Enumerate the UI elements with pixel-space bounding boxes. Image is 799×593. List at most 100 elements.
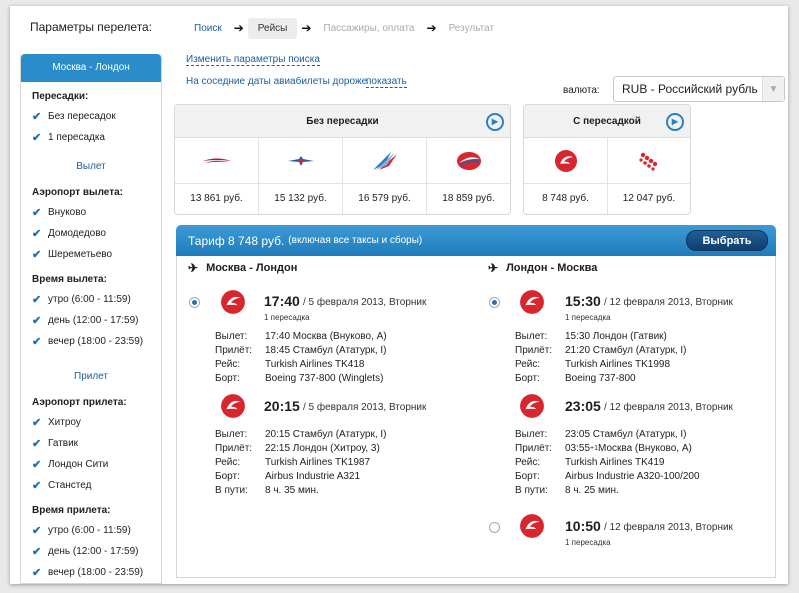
filter-dep-vnukovo[interactable]: ✔ Внуково (21, 202, 161, 223)
filter-arr-morning[interactable]: ✔ утро (6:00 - 11:59) (21, 520, 161, 541)
airline-cell-rossiya[interactable]: 18 859 руб. (427, 138, 510, 214)
detail-row: В пути: 8 ч. 25 мин. (515, 485, 619, 496)
detail-row: Рейс: Turkish Airlines TK418 (215, 359, 365, 370)
change-search-link[interactable]: Изменить параметры поиска (186, 54, 320, 66)
detail-row: Прилёт: 03:55 +1 Москва (Внуково, А) (515, 443, 692, 454)
checkmark-icon: ✔ (32, 438, 42, 450)
price: 8 748 руб. (542, 193, 589, 204)
direct-flights-matrix: Без пересадки ▶ 13 861 руб. 15 132 руб. (174, 104, 511, 215)
checkmark-icon: ✔ (32, 249, 42, 261)
filter-arr-gatwick[interactable]: ✔ Гатвик (21, 433, 161, 454)
currency-select[interactable]: RUB - Российский рубль ▼ (613, 76, 785, 102)
filter-dep-domodedovo[interactable]: ✔ Домодедово (21, 223, 161, 244)
departure-airport-heading: Аэропорт вылета: (32, 187, 124, 198)
airline-cell-dots[interactable]: 12 047 руб. (608, 138, 690, 214)
return-option-radio[interactable] (489, 297, 500, 308)
transfer-flights-matrix: С пересадкой ▶ 8 748 руб. 12 047 руб. (523, 104, 691, 215)
filter-label: Шереметьево (48, 249, 113, 260)
turkish-airlines-logo-icon (221, 290, 245, 314)
detail-row: Вылет: 17:40 Москва (Внуково, А) (215, 331, 387, 342)
play-icon[interactable]: ▶ (486, 113, 504, 131)
price: 12 047 руб. (622, 193, 676, 204)
departure-time: 17:40 (264, 293, 300, 309)
step-result: Результат (448, 22, 495, 34)
detail-row: Рейс: Turkish Airlines TK419 (515, 457, 665, 468)
filter-label: утро (6:00 - 11:59) (48, 294, 131, 305)
filter-label: Станстед (48, 480, 92, 491)
checkmark-icon: ✔ (32, 546, 42, 558)
checkmark-icon: ✔ (32, 417, 42, 429)
airline-cell-british[interactable]: 13 861 руб. (175, 138, 259, 214)
airline-cell-turkish[interactable]: 8 748 руб. (524, 138, 608, 214)
transaero-logo-icon (343, 138, 426, 184)
show-nearby-dates-link[interactable]: показать (366, 76, 407, 88)
detail-row: Борт: Airbus Industrie A321 (215, 471, 361, 482)
checkmark-icon: ✔ (32, 525, 42, 537)
segment-date: / 5 февраля 2013, Вторник (303, 402, 427, 413)
airline-cell-transaero[interactable]: 16 579 руб. (343, 138, 427, 214)
detail-row: Вылет: 15:30 Лондон (Гатвик) (515, 331, 667, 342)
filter-arr-evening[interactable]: ✔ вечер (18:00 - 23:59) (21, 562, 161, 583)
filter-label: день (12:00 - 17:59) (48, 546, 139, 557)
segment-date: / 12 февраля 2013, Вторник (604, 402, 733, 413)
detail-row: Рейс: Turkish Airlines TK1998 (515, 359, 671, 370)
filter-dep-morning[interactable]: ✔ утро (6:00 - 11:59) (21, 289, 161, 310)
filter-arr-london-city[interactable]: ✔ Лондон Сити (21, 454, 161, 475)
filter-dep-evening[interactable]: ✔ вечер (18:00 - 23:59) (21, 331, 161, 352)
return-header: ✈ Лондон - Москва (488, 261, 597, 275)
select-button[interactable]: Выбрать (686, 230, 768, 251)
filter-label: утро (6:00 - 11:59) (48, 525, 131, 536)
stops-count: 1 пересадка (565, 313, 611, 322)
filter-label: Гатвик (48, 438, 79, 449)
filter-arr-stansted[interactable]: ✔ Станстед (21, 475, 161, 496)
direct-flights-title: Без пересадки (306, 116, 379, 127)
segment-time: 23:05 (565, 398, 601, 414)
filter-label: Домодедово (48, 228, 106, 239)
progress-steps: Поиск ➔ Рейсы ➔ Пассажиры, оплата ➔ Резу… (186, 16, 502, 40)
outbound-option-radio[interactable] (189, 297, 200, 308)
airline-cell-aeroflot[interactable]: 15 132 руб. (259, 138, 343, 214)
filter-one-transfer[interactable]: ✔ 1 пересадка (21, 127, 161, 148)
checkmark-icon: ✔ (32, 567, 42, 579)
filter-label: день (12:00 - 17:59) (48, 315, 139, 326)
departure-date: / 12 февраля 2013, Вторник (604, 297, 733, 308)
next-day-marker: +1 (590, 445, 599, 452)
segment-time: 20:15 (264, 398, 300, 414)
return-option-2-radio[interactable] (489, 522, 500, 533)
checkmark-icon: ✔ (32, 111, 42, 123)
detail-row: Борт: Boeing 737-800 (515, 373, 636, 384)
price: 16 579 руб. (358, 193, 411, 204)
tariff-bar: Тариф 8 748 руб. (включая все таксы и сб… (176, 225, 776, 256)
departure-time-heading: Время вылета: (32, 274, 107, 285)
nearby-dates-note: На соседние даты авиабилеты дороже (186, 76, 368, 87)
departure-date: / 5 февраля 2013, Вторник (303, 297, 427, 308)
filter-arr-day[interactable]: ✔ день (12:00 - 17:59) (21, 541, 161, 562)
filter-arr-heathrow[interactable]: ✔ Хитроу (21, 412, 161, 433)
filter-label: вечер (18:00 - 23:59) (48, 336, 144, 347)
arrow-right-icon: ➔ (301, 21, 312, 35)
checkmark-icon: ✔ (32, 207, 42, 219)
step-search[interactable]: Поиск (186, 23, 230, 34)
filter-label: Внуково (48, 207, 87, 218)
filter-label: Лондон Сити (48, 459, 109, 470)
arrow-right-icon: ➔ (426, 21, 437, 35)
checkmark-icon: ✔ (32, 336, 42, 348)
checkmark-icon: ✔ (32, 294, 42, 306)
stops-count: 1 пересадка (565, 538, 611, 547)
departure-section-title: Вылет (76, 161, 106, 172)
checkmark-icon: ✔ (32, 459, 42, 471)
filter-dep-sheremetyevo[interactable]: ✔ Шереметьево (21, 244, 161, 265)
detail-row: Борт: Boeing 737-800 (Winglets) (215, 373, 384, 384)
checkmark-icon: ✔ (32, 228, 42, 240)
detail-row: Вылет: 20:15 Стамбул (Ататурк, I) (215, 429, 387, 440)
detail-row: Вылет: 23:05 Стамбул (Ататурк, I) (515, 429, 687, 440)
airline-swirl-logo-icon (427, 138, 510, 184)
filter-dep-day[interactable]: ✔ день (12:00 - 17:59) (21, 310, 161, 331)
filter-label: Без пересадок (48, 111, 116, 122)
transfer-flights-title: С пересадкой (573, 116, 641, 127)
play-icon[interactable]: ▶ (666, 113, 684, 131)
sidebar-route-title: Москва - Лондон (21, 54, 161, 82)
tariff-price: Тариф 8 748 руб. (188, 233, 285, 248)
airplane-icon: ✈ (188, 261, 199, 275)
filter-no-transfers[interactable]: ✔ Без пересадок (21, 106, 161, 127)
